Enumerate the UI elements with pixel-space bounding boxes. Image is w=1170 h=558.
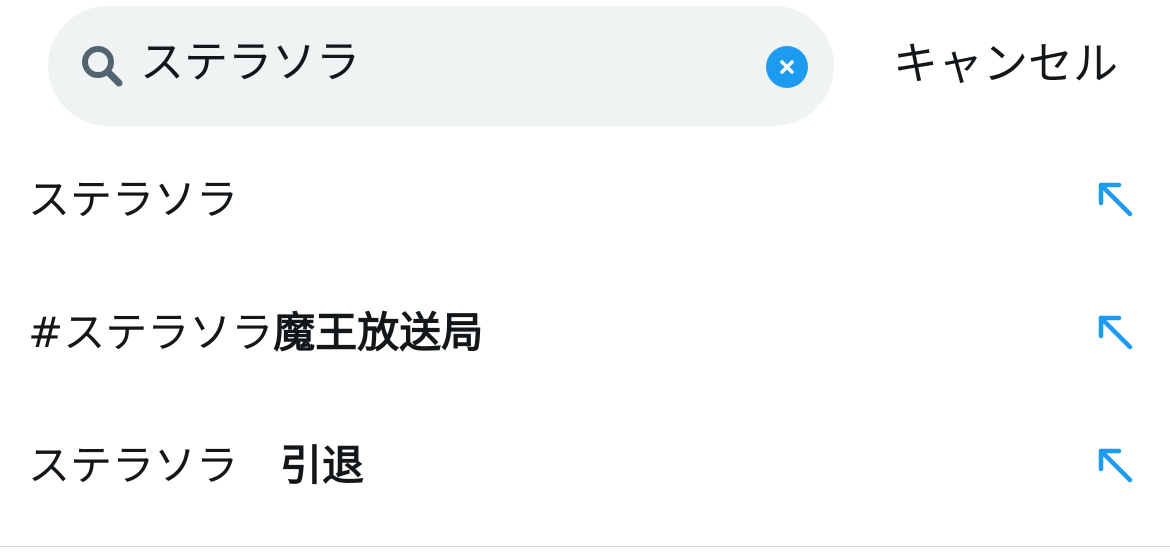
arrow-up-left-icon[interactable] — [1094, 444, 1134, 484]
suggestion-match: ステラソラ — [28, 441, 281, 490]
suggestion-item[interactable]: ステラソラ 引退 — [0, 398, 1170, 531]
suggestion-item[interactable]: ステラソラ — [0, 132, 1170, 265]
arrow-up-left-icon[interactable] — [1094, 311, 1134, 351]
suggestion-text: ステラソラ 引退 — [28, 436, 364, 496]
divider — [0, 546, 1170, 547]
suggestion-text: ステラソラ — [28, 170, 238, 230]
search-header: キャンセル — [0, 0, 1170, 132]
clear-icon — [780, 60, 794, 74]
search-icon — [80, 44, 124, 88]
search-input[interactable] — [140, 33, 740, 93]
suggestion-completion: 魔王放送局 — [273, 308, 484, 357]
suggestion-completion: 引退 — [280, 441, 365, 490]
suggestion-item[interactable]: #ステラソラ魔王放送局 — [0, 265, 1170, 398]
suggestion-match: ステラソラ — [28, 175, 239, 224]
arrow-up-left-icon[interactable] — [1094, 178, 1134, 218]
search-screen: キャンセル ステラソラ #ステラソラ魔王放送局 ステラソラ 引退 — [0, 0, 1170, 558]
suggestion-text: #ステラソラ魔王放送局 — [28, 303, 483, 363]
suggestion-match: #ステラソラ — [28, 308, 274, 357]
clear-search-button[interactable] — [766, 46, 808, 88]
cancel-button[interactable]: キャンセル — [893, 34, 1118, 94]
suggestion-list: ステラソラ #ステラソラ魔王放送局 ステラソラ 引退 — [0, 132, 1170, 546]
